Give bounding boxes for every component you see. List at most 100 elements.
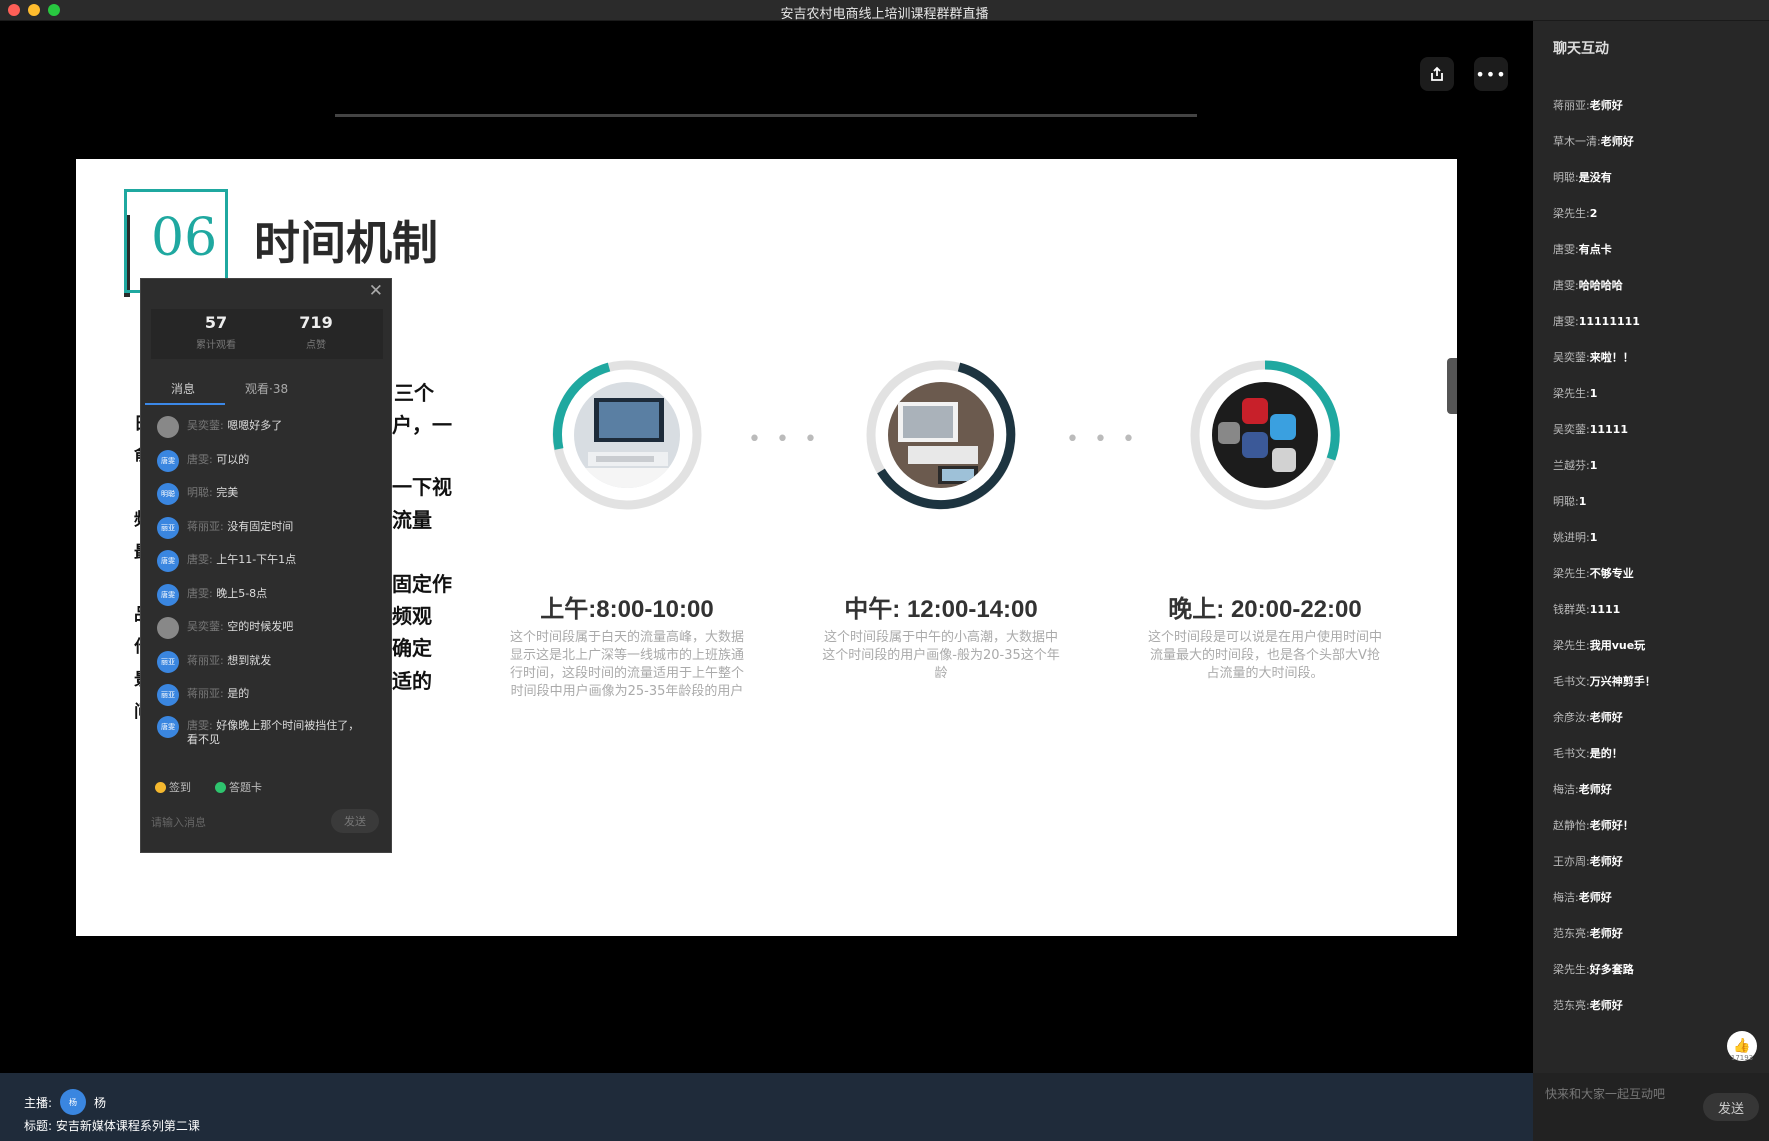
slide-text-fragment: 适的 — [392, 671, 432, 693]
close-icon[interactable]: ✕ — [369, 281, 383, 301]
list-item: 姚进明:1 — [1553, 529, 1597, 545]
message-text: 好像晚上那个时间被挡住了，看不见 — [187, 719, 360, 746]
answer-card-icon — [215, 781, 226, 793]
list-item: 唐雯:11111111 — [1553, 313, 1640, 329]
list-item: 余彦汝:老师好 — [1553, 709, 1623, 725]
message-sender: 蒋丽亚: — [187, 654, 224, 667]
message-text: 空的时候发吧 — [227, 620, 294, 633]
morning-time: 上午:8:00-10:00 — [540, 596, 714, 623]
chat-text: 老师好 — [1589, 99, 1623, 112]
avatar: 丽亚 — [157, 651, 179, 673]
chat-sender: 梁先生: — [1553, 207, 1590, 220]
list-item: 毛书文:万兴神剪手！ — [1553, 673, 1656, 689]
chat-sender: 范东亮: — [1553, 927, 1590, 940]
message-sender: 明聪: — [187, 486, 213, 499]
list-item: 王亦周:老师好 — [1553, 853, 1623, 869]
chat-text: 老师好 — [1589, 711, 1623, 724]
slide-side-handle[interactable] — [1447, 358, 1457, 414]
chat-send-button[interactable]: 发送 — [1703, 1093, 1759, 1121]
list-item: 草木一清:老师好 — [1553, 133, 1634, 149]
chat-text: 是的！ — [1589, 747, 1623, 760]
avatar — [157, 617, 179, 639]
separator-dots: • • • — [748, 427, 821, 452]
message-text: 想到就发 — [227, 654, 272, 667]
chat-text: 我用vue玩 — [1589, 639, 1646, 652]
answer-card-button[interactable]: 答题卡 — [215, 779, 262, 795]
chat-text: 是没有 — [1578, 171, 1612, 184]
avatar: 杨 — [60, 1089, 87, 1115]
chat-text: 2 — [1589, 207, 1598, 220]
slide-text-fragment: 三个 — [394, 383, 434, 405]
noon-circle — [861, 355, 1021, 515]
chat-text: 1111 — [1589, 603, 1621, 616]
stats-box: 57 累计观看 719 点赞 — [151, 309, 383, 359]
like-count: 17193 — [1730, 1054, 1754, 1062]
chat-sender: 明聪: — [1553, 171, 1579, 184]
list-item: 吴奕蓥: 空的时候发吧 — [157, 617, 387, 643]
chat-input[interactable]: 快来和大家一起互动吧 — [1545, 1085, 1665, 1102]
list-item: 梁先生:我用vue玩 — [1553, 637, 1645, 653]
window-title: 安吉农村电商线上培训课程群群直播 — [780, 7, 989, 22]
checkin-button[interactable]: 签到 — [155, 779, 191, 795]
chat-sender: 毛书文: — [1553, 747, 1590, 760]
tab-watch[interactable]: 观看·38 — [245, 380, 288, 397]
chat-sender: 姚进明: — [1553, 531, 1590, 544]
chat-sender: 梅洁: — [1553, 891, 1579, 904]
chat-text: 不够专业 — [1589, 567, 1634, 580]
evening-photo — [1212, 382, 1318, 488]
evening-circle — [1185, 355, 1345, 515]
title-bar: 安吉农村电商线上培训课程群群直播 — [0, 0, 1769, 22]
chat-text: 1 — [1589, 387, 1598, 400]
chat-sender: 余彦汝: — [1553, 711, 1590, 724]
chat-text: 1 — [1589, 459, 1598, 472]
avatar: 明聪 — [157, 483, 179, 505]
chat-text: 老师好 — [1578, 783, 1612, 796]
stream-progress-line — [335, 114, 1197, 117]
list-item: 唐雯 唐雯: 好像晚上那个时间被挡住了，看不见 — [157, 716, 387, 750]
chat-text: 老师好 — [1589, 855, 1623, 868]
tab-underline — [145, 403, 225, 405]
chat-sender: 赵静怡: — [1553, 819, 1590, 832]
list-item: 唐雯 唐雯: 上午11-下午1点 — [157, 550, 387, 576]
message-sender: 蒋丽亚: — [187, 687, 224, 700]
message-text: 是的 — [227, 687, 250, 700]
avatar — [157, 416, 179, 438]
evening-time: 晚上: 20:00-22:00 — [1168, 596, 1362, 623]
stage-toolbar: ••• — [1420, 57, 1508, 91]
list-item: 唐雯 唐雯: 晚上5-8点 — [157, 584, 387, 610]
message-sender: 吴奕蓥: — [187, 419, 224, 432]
list-item: 明聪:1 — [1553, 493, 1586, 509]
likes-count: 719 — [299, 313, 333, 332]
message-sender: 唐雯: — [187, 453, 213, 466]
more-button[interactable]: ••• — [1474, 57, 1508, 91]
panel-send-button[interactable]: 发送 — [331, 809, 379, 833]
chat-text: 有点卡 — [1578, 243, 1612, 256]
separator-dots: • • • — [1066, 427, 1139, 452]
panel-tabs: 消息 观看·38 — [141, 375, 393, 405]
chat-text: 老师好 — [1589, 999, 1623, 1012]
message-sender: 吴奕蓥: — [187, 620, 224, 633]
slide-number: 06 — [151, 208, 218, 268]
panel-message-input[interactable]: 请输入消息 — [151, 814, 206, 830]
chat-text: 1 — [1578, 495, 1587, 508]
list-item: 唐雯:有点卡 — [1553, 241, 1612, 257]
chat-sender: 毛书文: — [1553, 675, 1590, 688]
chat-sender: 吴奕蓥: — [1553, 423, 1590, 436]
chat-sender: 梁先生: — [1553, 639, 1590, 652]
slide-text-fragment: 流量 — [392, 510, 432, 532]
chat-sender: 梁先生: — [1553, 567, 1590, 580]
list-item: 梁先生:不够专业 — [1553, 565, 1634, 581]
list-item: 丽亚 蒋丽亚: 是的 — [157, 684, 387, 710]
tab-messages[interactable]: 消息 — [171, 380, 195, 397]
video-stage: ••• 06 时间机制 三个 户，一 一下视 流量 固定作 频观 确定 适的 日… — [0, 21, 1533, 1073]
chat-sender: 唐雯: — [1553, 243, 1579, 256]
chat-sender: 兰越芬: — [1553, 459, 1590, 472]
mini-live-panel: ✕ 57 累计观看 719 点赞 消息 观看·38 吴奕蓥: 嗯嗯好多了 唐雯 … — [140, 278, 392, 853]
message-text: 晚上5-8点 — [216, 587, 268, 600]
slide-text-fragment: 户，一 — [392, 415, 452, 437]
share-button[interactable] — [1420, 57, 1454, 91]
chat-sidebar: 聊天互动 蒋丽亚:老师好 草木一清:老师好 明聪:是没有 梁先生:2 唐雯:有点卡 唐雯:… — [1533, 21, 1769, 1073]
chat-sender: 吴奕蓥: — [1553, 351, 1590, 364]
chat-text: 老师好 — [1600, 135, 1634, 148]
chat-sender: 梁先生: — [1553, 387, 1590, 400]
